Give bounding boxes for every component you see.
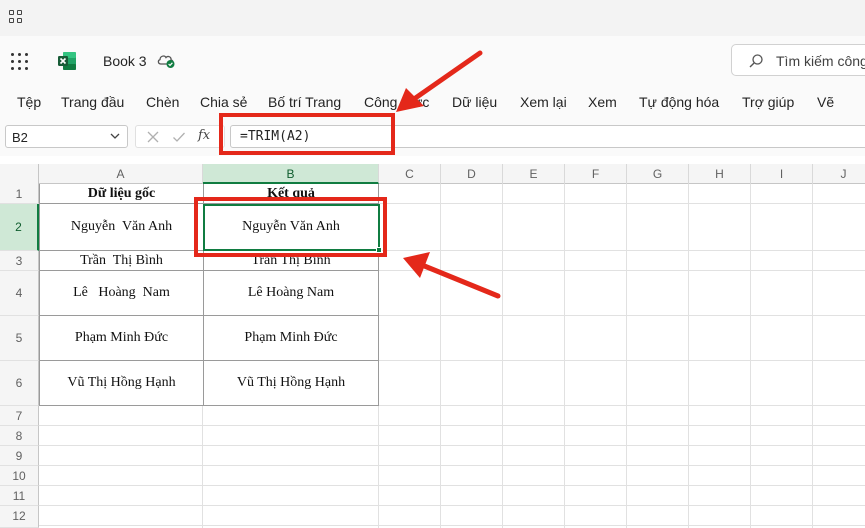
row-header-9[interactable]: 9 bbox=[0, 446, 39, 466]
gridline bbox=[39, 465, 865, 466]
tab-home[interactable]: Trang đầu bbox=[61, 94, 124, 110]
column-header-g[interactable]: G bbox=[627, 164, 689, 184]
row-header-1[interactable]: 1 bbox=[0, 184, 39, 204]
column-header-h[interactable]: H bbox=[689, 164, 751, 184]
workbook-title[interactable]: Book 3 bbox=[103, 53, 147, 69]
cancel-icon[interactable] bbox=[146, 130, 160, 144]
row-header-10[interactable]: 10 bbox=[0, 466, 39, 486]
tab-view[interactable]: Xem bbox=[588, 94, 617, 110]
gridline bbox=[564, 184, 565, 528]
formula-bar: B2 fx =TRIM(A2) bbox=[0, 118, 865, 156]
gridline bbox=[202, 406, 203, 528]
cell-a2[interactable]: Nguyễn Văn Anh bbox=[40, 204, 203, 250]
app-launcher-icon[interactable] bbox=[11, 53, 29, 71]
tab-data[interactable]: Dữ liệu bbox=[452, 94, 497, 110]
cell-a6[interactable]: Vũ Thị Hồng Hạnh bbox=[40, 361, 203, 405]
formula-controls: fx bbox=[135, 125, 225, 148]
cell-b5[interactable]: Phạm Minh Đức bbox=[204, 316, 378, 360]
gridline bbox=[626, 184, 627, 528]
gridline bbox=[378, 406, 379, 528]
column-header-d[interactable]: D bbox=[441, 164, 503, 184]
column-header-b[interactable]: B bbox=[203, 164, 379, 184]
grid-view-icon[interactable] bbox=[9, 10, 23, 24]
result-highlight-box bbox=[194, 197, 387, 257]
gridline bbox=[39, 445, 865, 446]
cell-b4[interactable]: Lê Hoàng Nam bbox=[204, 271, 378, 315]
row-header-3[interactable]: 3 bbox=[0, 251, 39, 271]
chevron-down-icon[interactable] bbox=[110, 131, 120, 141]
tab-insert[interactable]: Chèn bbox=[146, 94, 179, 110]
gridline bbox=[39, 425, 865, 426]
row-header-5[interactable]: 5 bbox=[0, 316, 39, 361]
cell-b6[interactable]: Vũ Thị Hồng Hạnh bbox=[204, 361, 378, 405]
gridline bbox=[39, 505, 865, 506]
formula-highlight-box bbox=[219, 113, 395, 155]
tab-automate[interactable]: Tự động hóa bbox=[639, 94, 719, 110]
excel-logo-icon[interactable] bbox=[57, 51, 77, 71]
select-all-corner[interactable] bbox=[0, 164, 39, 184]
row-header-12[interactable]: 12 bbox=[0, 506, 39, 528]
app-header: Book 3 Tìm kiếm công bbox=[0, 36, 865, 86]
tab-review[interactable]: Xem lại bbox=[520, 94, 567, 110]
cell-a1[interactable]: Dữ liệu gốc bbox=[40, 184, 203, 203]
cell-a3[interactable]: Trần Thị Bình bbox=[40, 251, 203, 270]
row-header-4[interactable]: 4 bbox=[0, 271, 39, 316]
tab-page-layout[interactable]: Bố trí Trang bbox=[268, 94, 341, 110]
tab-share[interactable]: Chia sẻ bbox=[200, 94, 247, 110]
column-header-j[interactable]: J bbox=[813, 164, 865, 184]
top-bar bbox=[0, 0, 865, 36]
insert-function-button[interactable]: fx bbox=[198, 128, 210, 143]
spreadsheet-grid[interactable]: A B C D E F G H I J 1 2 3 4 5 6 7 8 9 10… bbox=[0, 156, 865, 528]
row-header-2[interactable]: 2 bbox=[0, 204, 39, 251]
column-header-i[interactable]: I bbox=[751, 164, 813, 184]
column-header-a[interactable]: A bbox=[39, 164, 203, 184]
column-header-c[interactable]: C bbox=[379, 164, 441, 184]
row-header-7[interactable]: 7 bbox=[0, 406, 39, 426]
column-header-f[interactable]: F bbox=[565, 164, 627, 184]
gridline bbox=[440, 184, 441, 528]
gridline bbox=[750, 184, 751, 528]
row-header-8[interactable]: 8 bbox=[0, 426, 39, 446]
name-box[interactable]: B2 bbox=[5, 125, 128, 148]
cloud-saved-icon[interactable] bbox=[156, 51, 176, 69]
cell-a4[interactable]: Lê Hoàng Nam bbox=[40, 271, 203, 315]
tab-file[interactable]: Tệp bbox=[17, 94, 41, 110]
cell-a5[interactable]: Phạm Minh Đức bbox=[40, 316, 203, 360]
search-placeholder: Tìm kiếm công bbox=[776, 53, 865, 69]
tab-help[interactable]: Trợ giúp bbox=[742, 94, 794, 110]
gridline bbox=[502, 184, 503, 528]
tab-draw[interactable]: Vẽ bbox=[817, 94, 834, 110]
column-header-row: A B C D E F G H I J bbox=[0, 164, 865, 184]
name-box-value: B2 bbox=[12, 130, 28, 145]
search-icon bbox=[749, 54, 763, 68]
gridline bbox=[39, 525, 865, 526]
table-border bbox=[39, 405, 379, 406]
row-header-11[interactable]: 11 bbox=[0, 486, 39, 506]
gridline bbox=[812, 184, 813, 528]
gridline bbox=[688, 184, 689, 528]
ribbon-tabs: Tệp Trang đầu Chèn Chia sẻ Bố trí Trang … bbox=[0, 86, 865, 118]
row-header-6[interactable]: 6 bbox=[0, 361, 39, 406]
search-box[interactable]: Tìm kiếm công bbox=[731, 44, 865, 76]
tab-formulas[interactable]: Công thức bbox=[364, 94, 429, 110]
column-header-e[interactable]: E bbox=[503, 164, 565, 184]
gridline bbox=[39, 485, 865, 486]
check-icon[interactable] bbox=[172, 130, 186, 144]
